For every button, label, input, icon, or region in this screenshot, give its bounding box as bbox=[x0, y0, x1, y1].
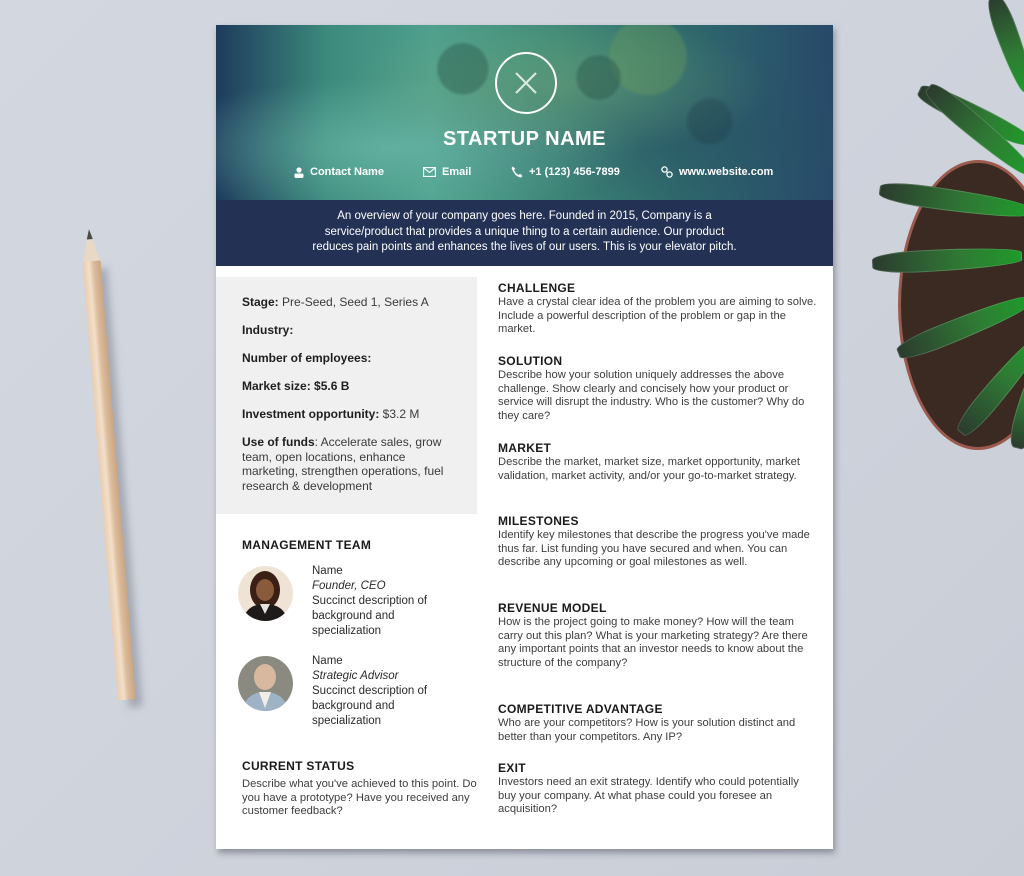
section-text: Identify key milestones that describe th… bbox=[498, 529, 810, 569]
person-icon bbox=[294, 166, 304, 178]
startup-name: STARTUP NAME bbox=[442, 128, 607, 150]
fact-key: Stage: bbox=[242, 295, 279, 309]
plant-leaf bbox=[983, 0, 1024, 95]
member-info: Name Strategic Advisor Succinct descript… bbox=[312, 654, 472, 729]
section-revenue-model: REVENUE MODEL How is the project going t… bbox=[498, 601, 818, 671]
member-description: background and bbox=[312, 700, 395, 712]
fact-use-of-funds: Use of funds: Accelerate sales, grow tea… bbox=[242, 435, 463, 493]
fact-stage: Stage: Pre-Seed, Seed 1, Series A bbox=[242, 295, 463, 310]
section-competitive-advantage: COMPETITIVE ADVANTAGE Who are your compe… bbox=[498, 702, 818, 744]
section-text: Investors need an exit strategy. Identif… bbox=[498, 776, 799, 816]
section-text: Describe how your solution uniquely addr… bbox=[498, 369, 805, 423]
fact-key: Market size: $5.6 B bbox=[242, 379, 350, 393]
section-text: Describe the market, market size, market… bbox=[498, 456, 800, 482]
contact-website-label: www.website.com bbox=[679, 166, 774, 178]
overview-line: service/product that provides a unique t… bbox=[324, 225, 725, 238]
fact-industry: Industry: bbox=[242, 323, 463, 338]
member-description: specialization bbox=[312, 625, 382, 637]
fact-key: Use of funds bbox=[242, 435, 315, 449]
member-role: Strategic Advisor bbox=[312, 670, 399, 682]
fact-market-size: Market size: $5.6 B bbox=[242, 379, 463, 394]
avatar bbox=[238, 656, 293, 711]
section-exit: EXIT Investors need an exit strategy. Id… bbox=[498, 761, 818, 817]
fact-value: $3.2 M bbox=[379, 407, 420, 421]
link-icon bbox=[661, 166, 673, 178]
contact-phone-label: +1 (123) 456-7899 bbox=[529, 166, 620, 178]
member-name: Name bbox=[312, 655, 343, 667]
pencil-prop bbox=[80, 228, 143, 708]
member-description: specialization bbox=[312, 715, 382, 727]
member-description: Succinct description of bbox=[312, 595, 428, 607]
fact-key: Number of employees: bbox=[242, 351, 372, 365]
contact-name: Contact Name bbox=[294, 166, 384, 178]
member-role: Founder, CEO bbox=[312, 580, 386, 592]
section-title: SOLUTION bbox=[498, 354, 563, 368]
section-title: EXIT bbox=[498, 761, 526, 775]
section-title: MARKET bbox=[498, 441, 552, 455]
contact-phone[interactable]: +1 (123) 456-7899 bbox=[511, 166, 620, 178]
team-member: Name Strategic Advisor Succinct descript… bbox=[238, 654, 477, 734]
fact-value: Pre-Seed, Seed 1, Series A bbox=[278, 295, 429, 309]
team-member: Name Founder, CEO Succinct description o… bbox=[238, 564, 477, 644]
contact-website[interactable]: www.website.com bbox=[661, 166, 773, 178]
overview-band: An overview of your company goes here. F… bbox=[216, 200, 833, 266]
current-status-title: CURRENT STATUS bbox=[242, 759, 355, 773]
succulent-plant-prop bbox=[868, 0, 1024, 452]
envelope-icon bbox=[423, 167, 436, 177]
pencil-lead bbox=[85, 229, 93, 240]
key-facts-box: Stage: Pre-Seed, Seed 1, Series A Indust… bbox=[216, 277, 477, 514]
section-title: COMPETITIVE ADVANTAGE bbox=[498, 702, 663, 716]
member-info: Name Founder, CEO Succinct description o… bbox=[312, 564, 472, 639]
overview-line: An overview of your company goes here. F… bbox=[337, 210, 712, 222]
management-team-title: MANAGEMENT TEAM bbox=[242, 538, 372, 552]
section-title: REVENUE MODEL bbox=[498, 601, 607, 615]
fact-investment: Investment opportunity: $3.2 M bbox=[242, 407, 463, 422]
section-text: Who are your competitors? How is your so… bbox=[498, 717, 796, 743]
member-name: Name bbox=[312, 565, 343, 577]
section-milestones: MILESTONES Identify key milestones that … bbox=[498, 514, 818, 570]
x-circle-logo-icon bbox=[495, 52, 557, 114]
current-status-text: Describe what you've achieved to this po… bbox=[242, 778, 477, 818]
fact-key: Investment opportunity: bbox=[242, 407, 380, 421]
contact-email-label: Email bbox=[442, 166, 472, 178]
section-solution: SOLUTION Describe how your solution uniq… bbox=[498, 354, 818, 424]
fact-employees: Number of employees: bbox=[242, 351, 463, 366]
section-title: MILESTONES bbox=[498, 514, 579, 528]
header-banner: STARTUP NAME Contact Name Email +1 (123)… bbox=[216, 25, 833, 200]
avatar bbox=[238, 566, 293, 621]
section-title: CHALLENGE bbox=[498, 281, 576, 295]
current-status-section: CURRENT STATUS Describe what you've achi… bbox=[242, 759, 477, 819]
section-market: MARKET Describe the market, market size,… bbox=[498, 441, 818, 483]
fact-key: Industry: bbox=[242, 323, 294, 337]
contact-name-label: Contact Name bbox=[310, 166, 384, 178]
member-description: background and bbox=[312, 610, 395, 622]
member-description: Succinct description of bbox=[312, 685, 428, 697]
phone-icon bbox=[511, 166, 523, 178]
section-challenge: CHALLENGE Have a crystal clear idea of t… bbox=[498, 281, 818, 337]
one-pager-document: STARTUP NAME Contact Name Email +1 (123)… bbox=[216, 25, 833, 849]
section-text: Have a crystal clear idea of the problem… bbox=[498, 296, 817, 336]
contact-bar: Contact Name Email +1 (123) 456-7899 www… bbox=[216, 166, 833, 184]
overview-line: reduces pain points and enhances the liv… bbox=[312, 241, 737, 253]
management-team-section: MANAGEMENT TEAM Name Founder, CEO Succin… bbox=[238, 538, 477, 727]
contact-email[interactable]: Email bbox=[423, 166, 471, 178]
section-text: How is the project going to make money? … bbox=[498, 616, 808, 670]
